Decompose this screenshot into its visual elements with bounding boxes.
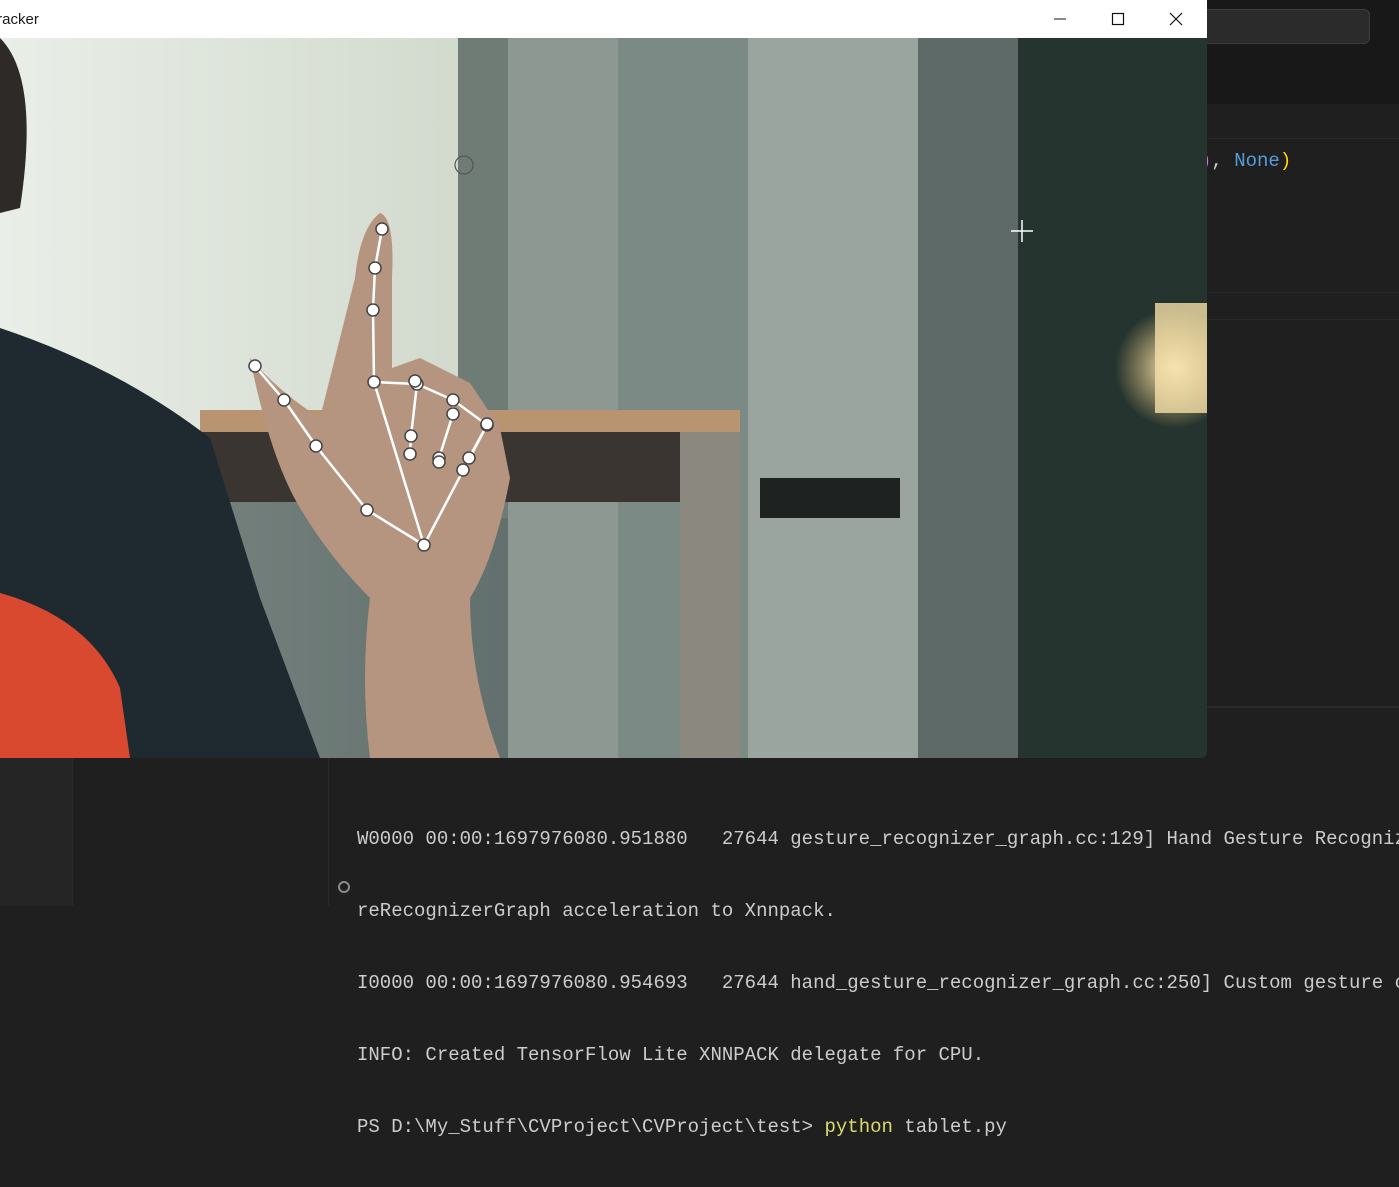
landmark-connection <box>371 309 376 383</box>
landmark-point <box>248 359 262 373</box>
lamp <box>1155 303 1207 413</box>
editor-section-divider <box>1207 292 1399 320</box>
code-paren-close: ) <box>1279 150 1292 172</box>
terminal-prompt-line: PS D:\My_Stuff\CVProject\CVProject\test>… <box>357 1115 1399 1139</box>
chair <box>760 478 900 518</box>
minimize-button[interactable] <box>1031 0 1089 38</box>
landmark-point <box>432 455 446 469</box>
desk-leg <box>680 432 740 758</box>
terminal-line: reRecognizerGraph acceleration to Xnnpac… <box>357 900 836 922</box>
landmark-point <box>375 222 389 236</box>
landmark-point <box>456 463 470 477</box>
command-program: python <box>824 1116 893 1138</box>
terminal-panel[interactable]: W0000 00:00:1697976080.951880 27644 gest… <box>0 758 1399 1138</box>
camera-frame[interactable] <box>0 38 1207 758</box>
panel-border <box>1207 706 1399 708</box>
breadcrumb <box>1207 104 1399 139</box>
terminal-list <box>72 758 329 906</box>
close-icon <box>1169 12 1183 26</box>
terminal-line: I0000 00:00:1697976080.954693 27644 hand… <box>357 972 1399 994</box>
maximize-icon <box>1111 12 1125 26</box>
landmark-point <box>417 538 431 552</box>
terminal-sidebar <box>0 758 72 906</box>
landmark-point <box>367 375 381 389</box>
minimize-icon <box>1054 18 1066 20</box>
landmark-point <box>462 451 476 465</box>
terminal-output: W0000 00:00:1697976080.951880 27644 gest… <box>357 779 1399 1187</box>
landmark-point <box>403 447 417 461</box>
terminal-line: W0000 00:00:1697976080.951880 27644 gest… <box>357 828 1399 850</box>
landmark-point <box>366 303 380 317</box>
terminal-prompt: PS D:\My_Stuff\CVProject\CVProject\test> <box>357 1116 825 1138</box>
door-panel <box>508 38 618 758</box>
landmark-point <box>360 503 374 517</box>
landmark-point <box>277 393 291 407</box>
wardrobe-center <box>748 38 918 758</box>
code-keyword-none: None <box>1234 150 1280 172</box>
command-status-circle-icon <box>338 881 350 893</box>
window-title: tracker <box>0 11 39 28</box>
code-line-fragment: ), None) <box>1200 150 1291 172</box>
landmark-point <box>446 393 460 407</box>
landmark-point <box>404 429 418 443</box>
landmark-point <box>309 439 323 453</box>
tracker-window[interactable]: tracker <box>0 0 1207 758</box>
landmark-point <box>368 261 382 275</box>
terminal-line: INFO: Created TensorFlow Lite XNNPACK de… <box>357 1044 985 1066</box>
editor-tab-bar <box>1207 52 1399 105</box>
close-button[interactable] <box>1147 0 1205 38</box>
command-center-search[interactable] <box>1190 9 1370 44</box>
command-args: tablet.py <box>892 1116 1007 1138</box>
wardrobe-right <box>918 38 1018 758</box>
landmark-point <box>480 417 494 431</box>
landmark-point <box>408 374 422 388</box>
maximize-button[interactable] <box>1089 0 1147 38</box>
landmark-point <box>446 407 460 421</box>
window-title-bar[interactable]: tracker <box>0 0 1207 38</box>
